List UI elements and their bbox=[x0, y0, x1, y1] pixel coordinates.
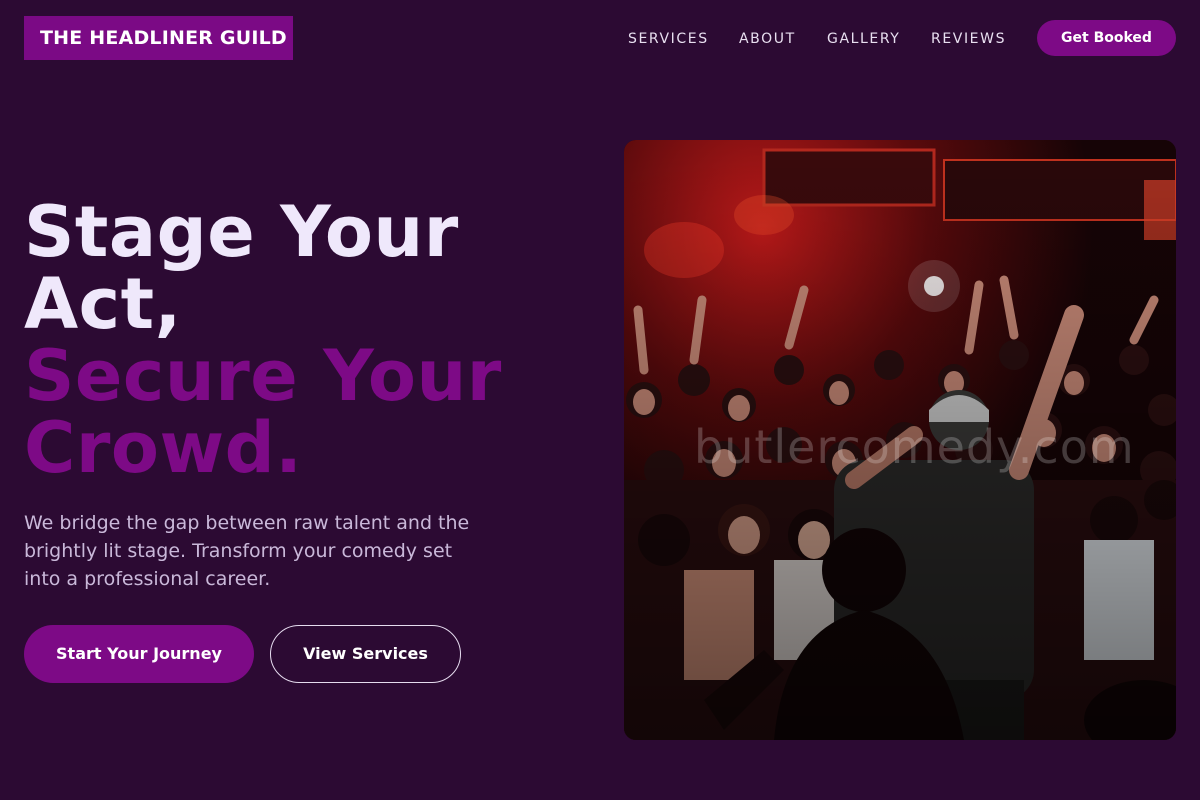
hero-headline-line-1: Stage Your Act, bbox=[24, 191, 459, 345]
nav-link-services[interactable]: SERVICES bbox=[628, 29, 709, 49]
top-navigation-bar: THE HEADLINER GUILD SERVICES ABOUT GALLE… bbox=[0, 0, 1200, 76]
hero-description: We bridge the gap between raw talent and… bbox=[24, 512, 470, 590]
hero-headline-line-2: Secure Your Crowd. bbox=[24, 335, 502, 489]
concert-crowd-illustration bbox=[624, 140, 1176, 740]
nav-link-about[interactable]: ABOUT bbox=[739, 29, 796, 49]
view-services-button[interactable]: View Services bbox=[270, 625, 461, 683]
hero-headline: Stage Your Act, Secure Your Crowd. bbox=[24, 196, 584, 484]
hero-concert-photo: butlercomedy.com bbox=[624, 140, 1176, 740]
start-journey-button[interactable]: Start Your Journey bbox=[24, 625, 254, 683]
get-booked-button[interactable]: Get Booked bbox=[1037, 20, 1176, 56]
nav-link-reviews[interactable]: REVIEWS bbox=[931, 29, 1006, 49]
nav-link-gallery[interactable]: GALLERY bbox=[827, 29, 900, 49]
brand-logo[interactable]: THE HEADLINER GUILD bbox=[24, 16, 293, 60]
